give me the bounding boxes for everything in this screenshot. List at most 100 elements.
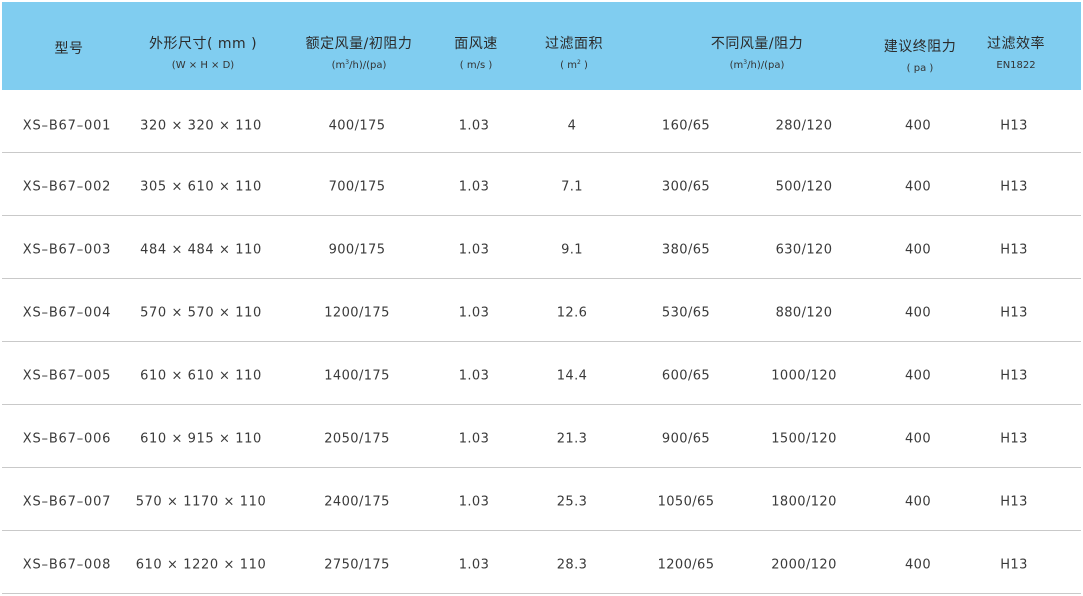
cell-velocity: 1.03 xyxy=(458,494,490,510)
cell-model: XS–B67–001 xyxy=(22,118,112,134)
header-airflow: 不同风量/阻力 (m3/h)/(pa) xyxy=(711,2,803,90)
cell-efficiency: H13 xyxy=(1000,368,1028,384)
cell-dims: 484 × 484 × 110 xyxy=(140,242,262,258)
cell-velocity: 1.03 xyxy=(458,242,490,258)
header-unit: ( m2 ) xyxy=(560,59,588,71)
cell-rated: 1200/175 xyxy=(324,305,390,321)
cell-rated: 900/175 xyxy=(328,242,386,258)
cell-model: XS–B67–003 xyxy=(22,242,112,258)
cell-area: 7.1 xyxy=(561,179,583,195)
cell-final: 400 xyxy=(904,494,932,510)
cell-rated: 2400/175 xyxy=(324,494,390,510)
cell-efficiency: H13 xyxy=(1000,431,1028,447)
table-row: XS–B67–007 570 × 1170 × 110 2400/175 1.03 25… xyxy=(2,468,1081,531)
cell-area: 25.3 xyxy=(556,494,588,510)
header-rated: 额定风量/初阻力 (m3/h)/(pa) xyxy=(306,2,413,90)
cell-airflow-a: 1200/65 xyxy=(657,557,715,573)
cell-dims: 610 × 1220 × 110 xyxy=(135,557,267,573)
spec-table: 型号 外形尺寸( mm ) (W × H × D) 额定风量/初阻力 (m3/h… xyxy=(0,0,1083,596)
header-efficiency: 过滤效率 EN1822 xyxy=(987,2,1045,90)
cell-dims: 570 × 1170 × 110 xyxy=(135,494,267,510)
cell-rated: 2750/175 xyxy=(324,557,390,573)
cell-rated: 700/175 xyxy=(328,179,386,195)
table-row: XS–B67–002 305 × 610 × 110 700/175 1.03 7.1 3… xyxy=(2,153,1081,216)
cell-dims: 610 × 610 × 110 xyxy=(140,368,262,384)
header-label: 面风速 xyxy=(454,36,498,52)
cell-area: 4 xyxy=(567,118,577,134)
header-final: 建议终阻力 ( pa ) xyxy=(884,2,957,90)
cell-airflow-a: 900/65 xyxy=(661,431,711,447)
cell-airflow-b: 2000/120 xyxy=(771,557,837,573)
table-row: XS–B67–008 610 × 1220 × 110 2750/175 1.03 28… xyxy=(2,531,1081,594)
cell-rated: 2050/175 xyxy=(324,431,390,447)
cell-airflow-a: 600/65 xyxy=(661,368,711,384)
cell-model: XS–B67–007 xyxy=(22,494,112,510)
header-velocity: 面风速 ( m/s ) xyxy=(454,2,498,90)
header-model: 型号 xyxy=(55,2,84,90)
cell-final: 400 xyxy=(904,557,932,573)
cell-efficiency: H13 xyxy=(1000,557,1028,573)
cell-final: 400 xyxy=(904,305,932,321)
header-area: 过滤面积 ( m2 ) xyxy=(545,2,603,90)
header-label: 外形尺寸( mm ) xyxy=(148,36,258,52)
cell-velocity: 1.03 xyxy=(458,557,490,573)
cell-efficiency: H13 xyxy=(1000,494,1028,510)
cell-airflow-b: 500/120 xyxy=(775,179,833,195)
cell-airflow-b: 280/120 xyxy=(775,118,833,134)
cell-area: 21.3 xyxy=(556,431,588,447)
cell-airflow-b: 880/120 xyxy=(775,305,833,321)
header-label: 不同风量/阻力 xyxy=(710,36,804,52)
header-unit: ( m/s ) xyxy=(459,60,493,71)
cell-model: XS–B67–005 xyxy=(22,368,112,384)
cell-airflow-b: 1500/120 xyxy=(771,431,837,447)
cell-dims: 570 × 570 × 110 xyxy=(140,305,262,321)
cell-airflow-a: 530/65 xyxy=(661,305,711,321)
header-unit: ( pa ) xyxy=(906,63,934,74)
cell-model: XS–B67–004 xyxy=(22,305,112,321)
header-label: 额定风量/初阻力 xyxy=(305,36,413,52)
header-unit: (m3/h)/(pa) xyxy=(729,59,785,71)
cell-efficiency: H13 xyxy=(1000,179,1028,195)
header-dims: 外形尺寸( mm ) (W × H × D) xyxy=(149,2,257,90)
cell-airflow-b: 1800/120 xyxy=(771,494,837,510)
cell-efficiency: H13 xyxy=(1000,305,1028,321)
cell-dims: 320 × 320 × 110 xyxy=(140,118,262,134)
cell-model: XS–B67–006 xyxy=(22,431,112,447)
cell-area: 12.6 xyxy=(556,305,588,321)
table-row: XS–B67–001 320 × 320 × 110 400/175 1.03 4 160… xyxy=(2,90,1081,153)
header-label: 型号 xyxy=(54,41,84,57)
cell-efficiency: H13 xyxy=(1000,242,1028,258)
cell-final: 400 xyxy=(904,431,932,447)
cell-airflow-b: 1000/120 xyxy=(771,368,837,384)
cell-dims: 610 × 915 × 110 xyxy=(140,431,262,447)
cell-final: 400 xyxy=(904,118,932,134)
cell-dims: 305 × 610 × 110 xyxy=(140,179,262,195)
cell-final: 400 xyxy=(904,179,932,195)
header-label: 建议终阻力 xyxy=(883,39,957,55)
header-standard: EN1822 xyxy=(996,60,1036,71)
header-label: 过滤面积 xyxy=(545,36,603,52)
cell-velocity: 1.03 xyxy=(458,179,490,195)
cell-velocity: 1.03 xyxy=(458,368,490,384)
table-row: XS–B67–004 570 × 570 × 110 1200/175 1.03 12.… xyxy=(2,279,1081,342)
cell-area: 9.1 xyxy=(561,242,583,258)
table-row: XS–B67–006 610 × 915 × 110 2050/175 1.03 21.… xyxy=(2,405,1081,468)
cell-airflow-a: 1050/65 xyxy=(657,494,715,510)
cell-efficiency: H13 xyxy=(1000,118,1028,134)
cell-model: XS–B67–002 xyxy=(22,179,112,195)
cell-airflow-a: 160/65 xyxy=(661,118,711,134)
cell-area: 28.3 xyxy=(556,557,588,573)
cell-airflow-a: 300/65 xyxy=(661,179,711,195)
cell-rated: 1400/175 xyxy=(324,368,390,384)
cell-velocity: 1.03 xyxy=(458,305,490,321)
cell-velocity: 1.03 xyxy=(458,118,490,134)
cell-velocity: 1.03 xyxy=(458,431,490,447)
cell-model: XS–B67–008 xyxy=(22,557,112,573)
table-row: XS–B67–005 610 × 610 × 110 1400/175 1.03 14.… xyxy=(2,342,1081,405)
header-label: 过滤效率 xyxy=(987,36,1045,52)
table-header: 型号 外形尺寸( mm ) (W × H × D) 额定风量/初阻力 (m3/h… xyxy=(2,2,1081,90)
header-unit: (W × H × D) xyxy=(171,60,235,71)
table-row: XS–B67–003 484 × 484 × 110 900/175 1.03 9.1 3… xyxy=(2,216,1081,279)
cell-rated: 400/175 xyxy=(328,118,386,134)
header-unit: (m3/h)/(pa) xyxy=(331,59,387,71)
